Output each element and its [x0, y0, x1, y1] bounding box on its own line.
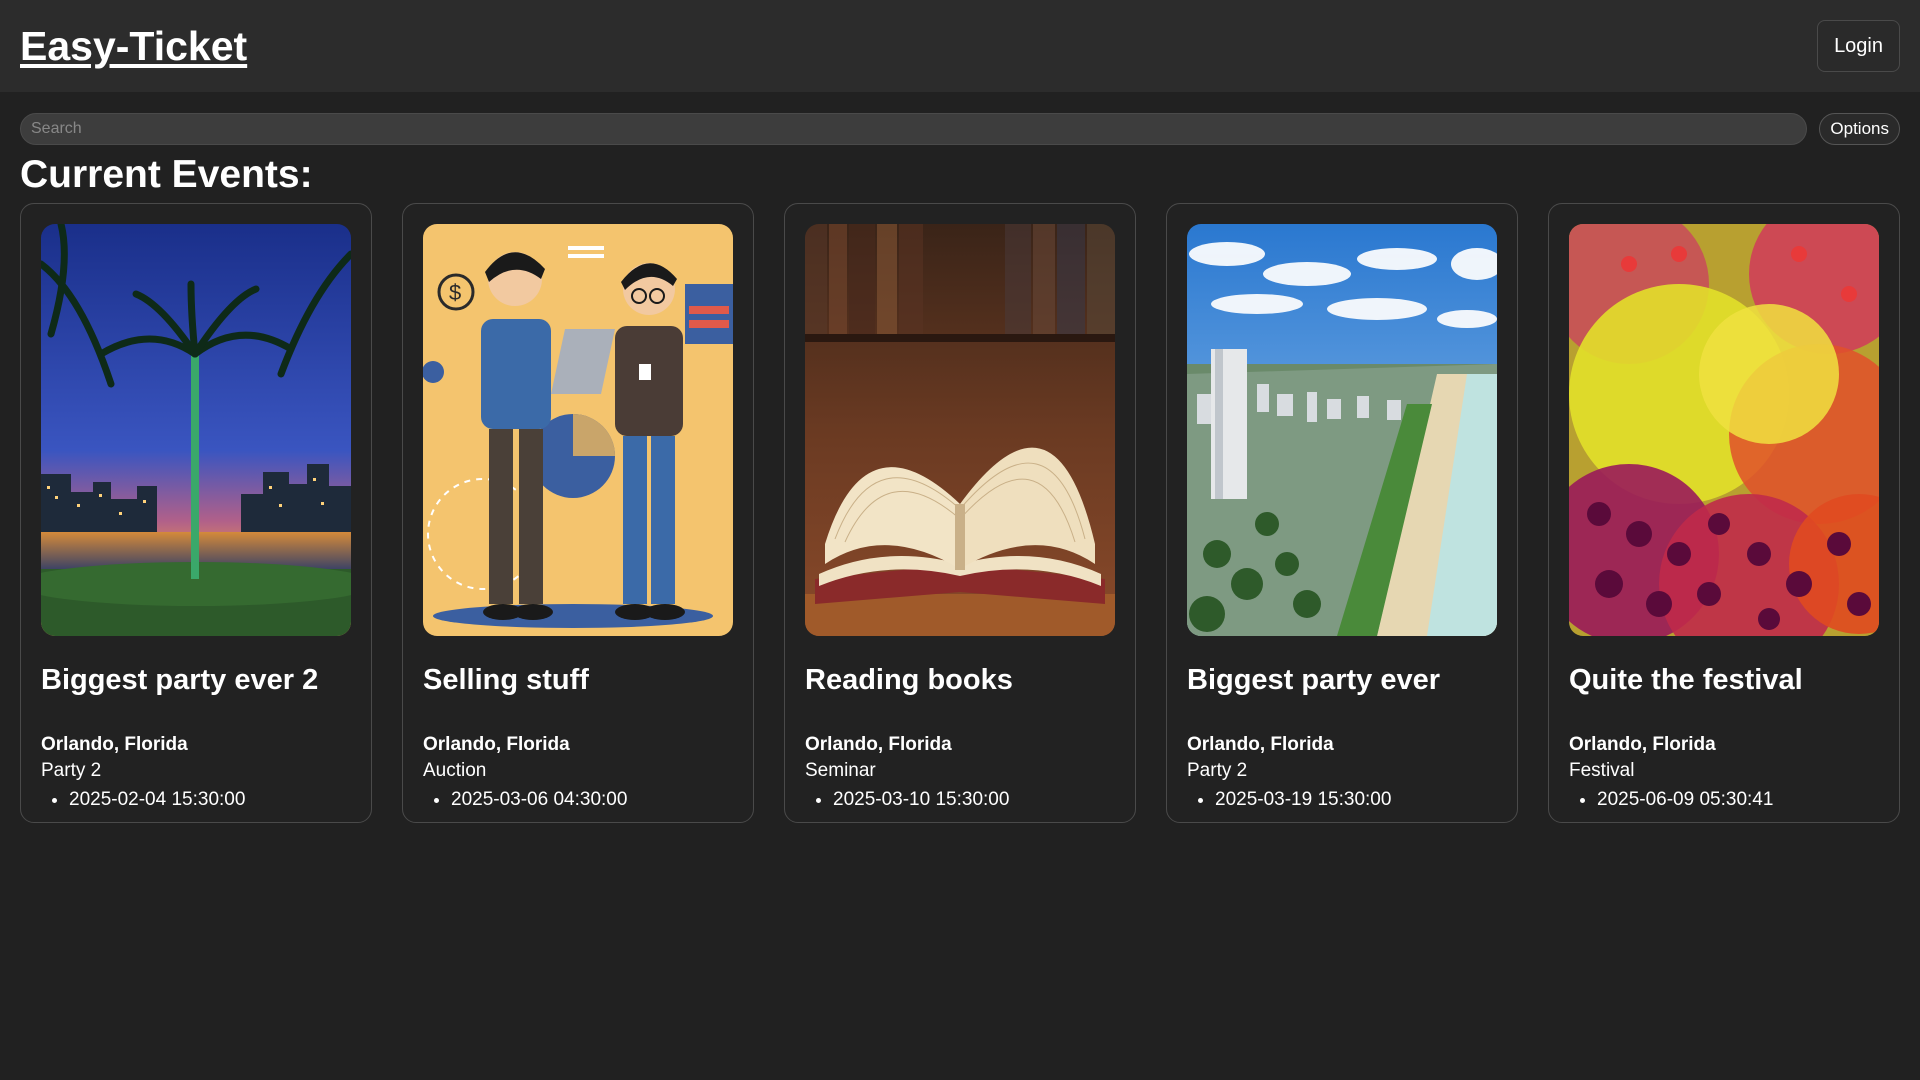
- event-location: Orlando, Florida: [1569, 734, 1716, 755]
- event-image-open-books: [805, 224, 1115, 636]
- event-location: Orlando, Florida: [805, 734, 952, 755]
- event-category: Party 2: [1187, 760, 1248, 781]
- event-image-color-festival: [1569, 224, 1879, 636]
- event-image-people-laptop: $: [423, 224, 733, 636]
- event-title: Reading books: [805, 664, 1013, 696]
- event-category: Seminar: [805, 760, 876, 781]
- event-date: 2025-03-06 04:30:00: [451, 788, 733, 812]
- event-dates: 2025-03-19 15:30:00: [1187, 788, 1497, 812]
- event-list: Biggest party ever 2 Orlando, Florida Pa…: [0, 203, 1920, 823]
- event-category: Auction: [423, 760, 487, 781]
- event-title: Biggest party ever 2: [41, 664, 319, 696]
- event-category: Festival: [1569, 760, 1635, 781]
- login-button[interactable]: Login: [1817, 20, 1900, 72]
- event-location: Orlando, Florida: [1187, 734, 1334, 755]
- event-image-aerial-beach: [1187, 224, 1497, 636]
- event-dates: 2025-03-06 04:30:00: [423, 788, 733, 812]
- event-date: 2025-03-10 15:30:00: [833, 788, 1115, 812]
- event-date: 2025-03-19 15:30:00: [1215, 788, 1497, 812]
- event-date: 2025-06-09 05:30:41: [1597, 788, 1879, 812]
- page-title: Current Events:: [20, 153, 313, 196]
- svg-text:$: $: [449, 280, 461, 305]
- event-dates: 2025-03-10 15:30:00: [805, 788, 1115, 812]
- event-category: Party 2: [41, 760, 102, 781]
- event-location: Orlando, Florida: [423, 734, 570, 755]
- event-dates: 2025-06-09 05:30:41: [1569, 788, 1879, 812]
- event-card[interactable]: Biggest party ever 2 Orlando, Florida Pa…: [20, 203, 372, 823]
- event-title: Quite the festival: [1569, 664, 1803, 696]
- event-dates: 2025-02-04 15:30:00: [41, 788, 351, 812]
- event-card[interactable]: Biggest party ever Orlando, Florida Part…: [1166, 203, 1518, 823]
- search-input[interactable]: [20, 113, 1808, 145]
- event-image-palm-skyline: [41, 224, 351, 636]
- event-title: Biggest party ever: [1187, 664, 1441, 696]
- event-card[interactable]: Quite the festival Orlando, Florida Fest…: [1548, 203, 1900, 823]
- event-title: Selling stuff: [423, 664, 589, 696]
- top-bar: Easy-Ticket Login: [0, 0, 1920, 92]
- search-row: Options: [0, 113, 1920, 145]
- event-card[interactable]: $ Selling stuff Orlando, Florida Auction…: [402, 203, 754, 823]
- event-date: 2025-02-04 15:30:00: [69, 788, 351, 812]
- event-location: Orlando, Florida: [41, 734, 188, 755]
- options-button[interactable]: Options: [1819, 113, 1900, 145]
- brand-link[interactable]: Easy-Ticket: [20, 23, 247, 70]
- event-card[interactable]: Reading books Orlando, Florida Seminar 2…: [784, 203, 1136, 823]
